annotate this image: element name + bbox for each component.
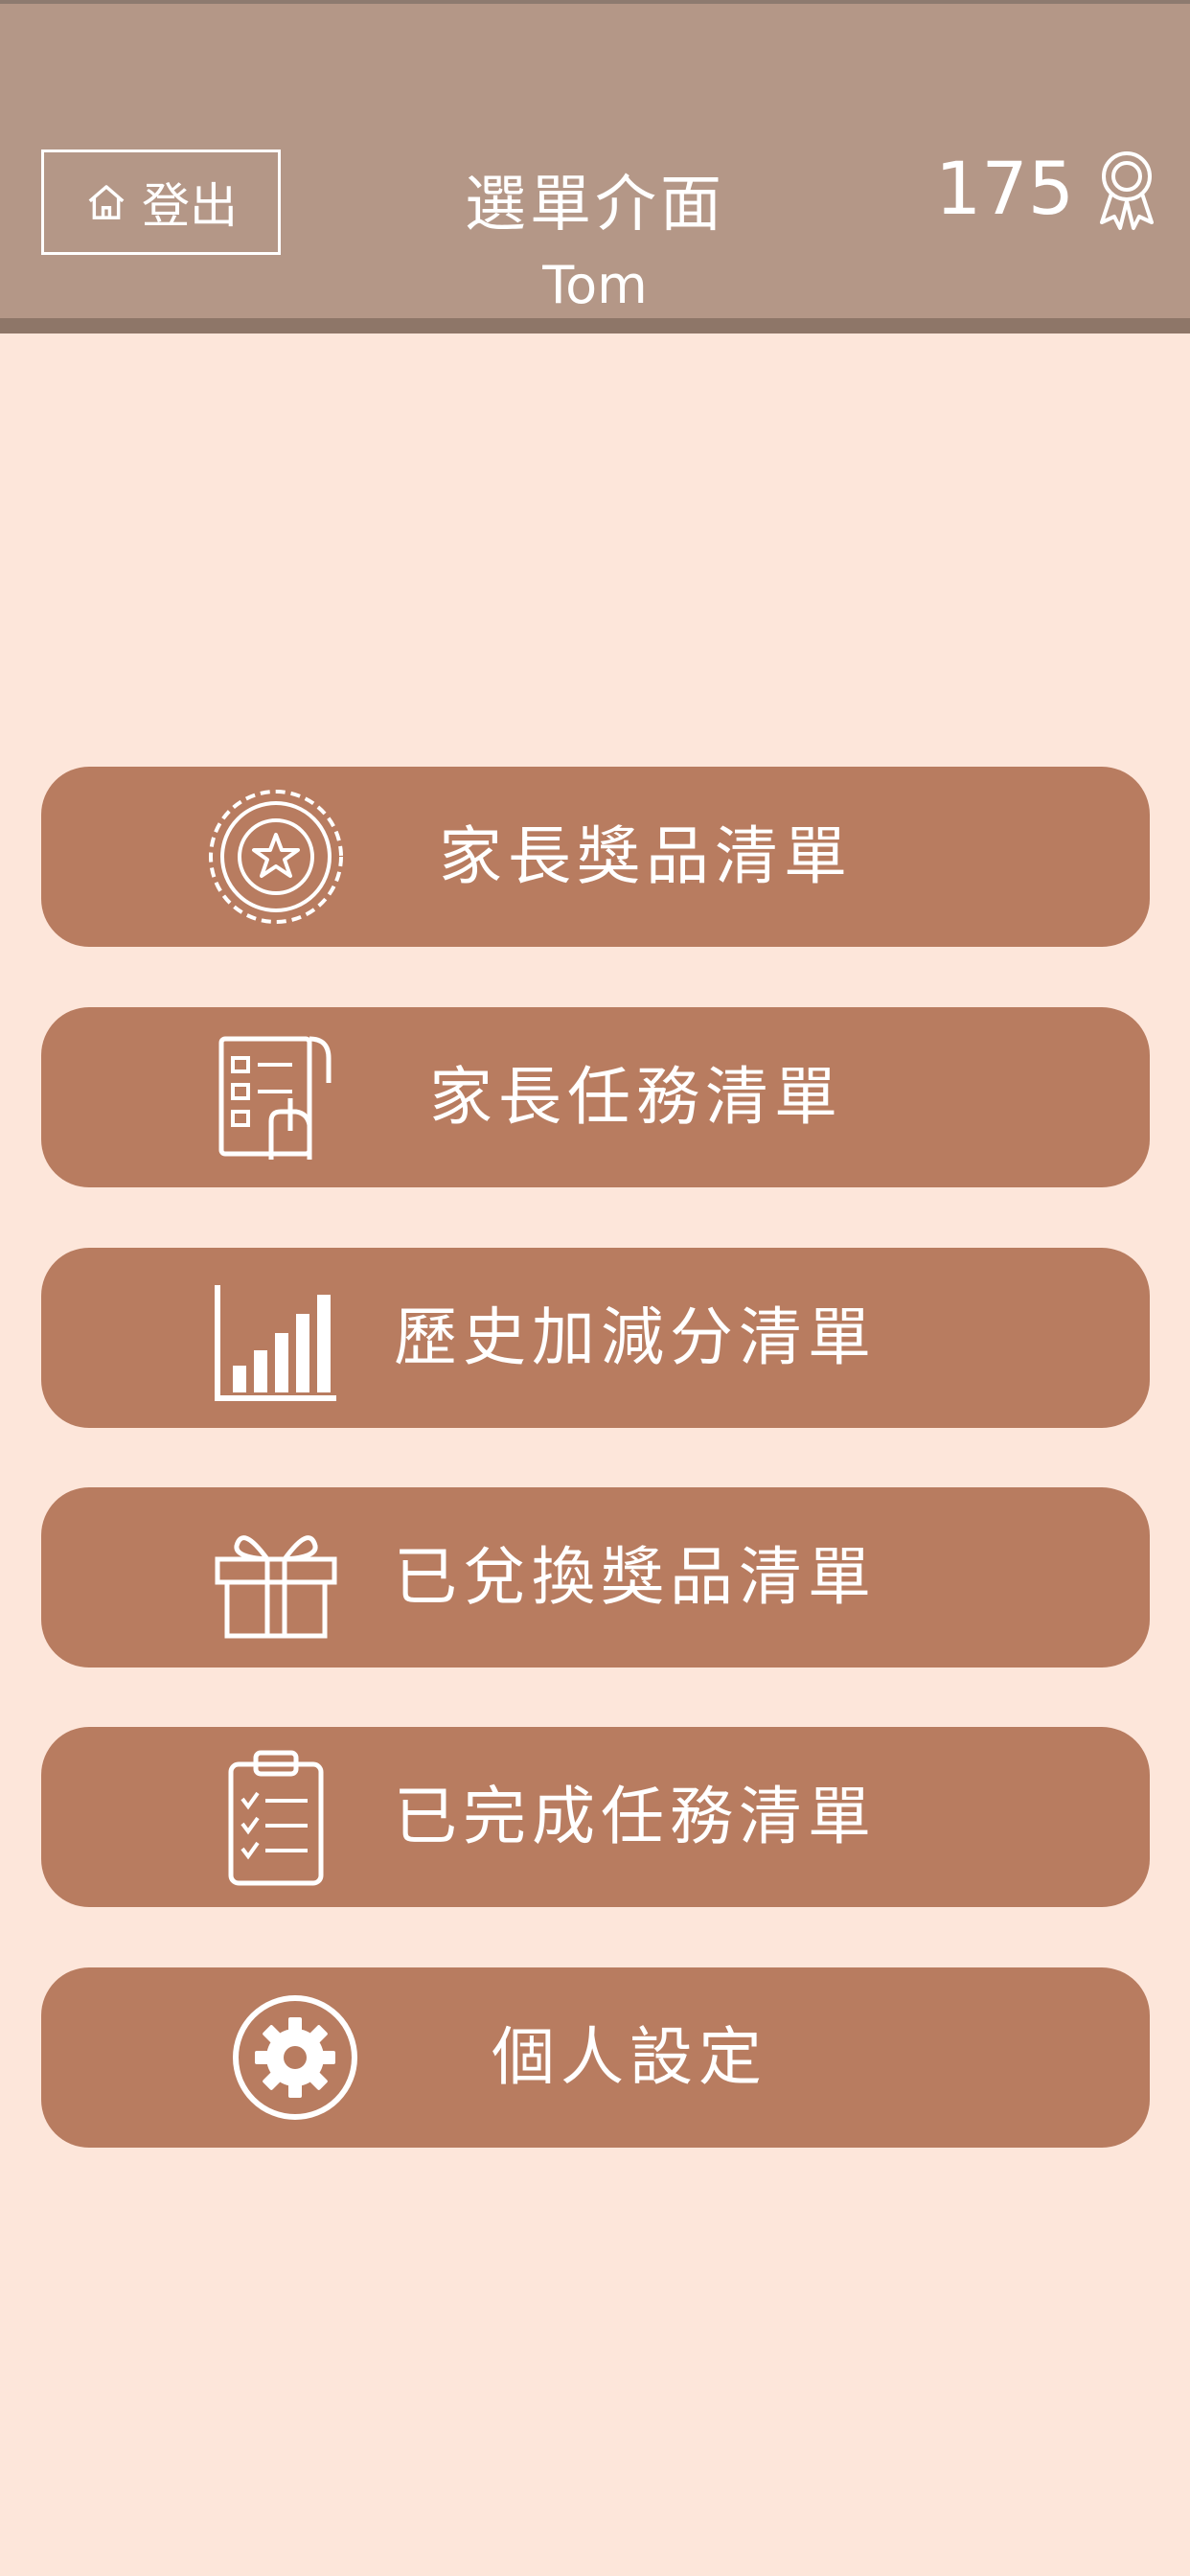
- menu-item-redeemed-rewards[interactable]: 已兌換獎品清單: [41, 1487, 1150, 1668]
- points-value: 175: [935, 146, 1075, 231]
- menu-item-label: 家長獎品清單: [439, 819, 853, 893]
- award-seal-icon: [204, 785, 348, 929]
- menu-item-label: 已完成任務清單: [394, 1780, 877, 1853]
- clipboard-check-icon: [204, 1745, 348, 1889]
- header-bar: 登出 選單介面 Tom 175: [0, 0, 1190, 318]
- menu-item-completed-tasks[interactable]: 已完成任務清單: [41, 1727, 1150, 1907]
- task-checklist-icon: [204, 1025, 348, 1169]
- menu-item-points-history[interactable]: 歷史加減分清單: [41, 1248, 1150, 1428]
- header-shadow: [0, 318, 1190, 334]
- user-name: Tom: [542, 255, 648, 315]
- menu-item-label: 家長任務清單: [429, 1060, 843, 1134]
- menu-item-parent-tasks[interactable]: 家長任務清單: [41, 1007, 1150, 1187]
- bar-chart-icon: [204, 1266, 348, 1410]
- menu-item-label: 個人設定: [492, 2020, 767, 2094]
- menu-item-personal-settings[interactable]: 個人設定: [41, 1967, 1150, 2148]
- gift-box-icon: [204, 1506, 348, 1649]
- menu-item-label: 歷史加減分清單: [394, 1300, 877, 1374]
- gear-icon: [223, 1986, 367, 2129]
- award-badge-icon: [1100, 151, 1154, 230]
- menu-item-label: 已兌換獎品清單: [394, 1540, 877, 1614]
- menu-item-parent-rewards[interactable]: 家長獎品清單: [41, 767, 1150, 947]
